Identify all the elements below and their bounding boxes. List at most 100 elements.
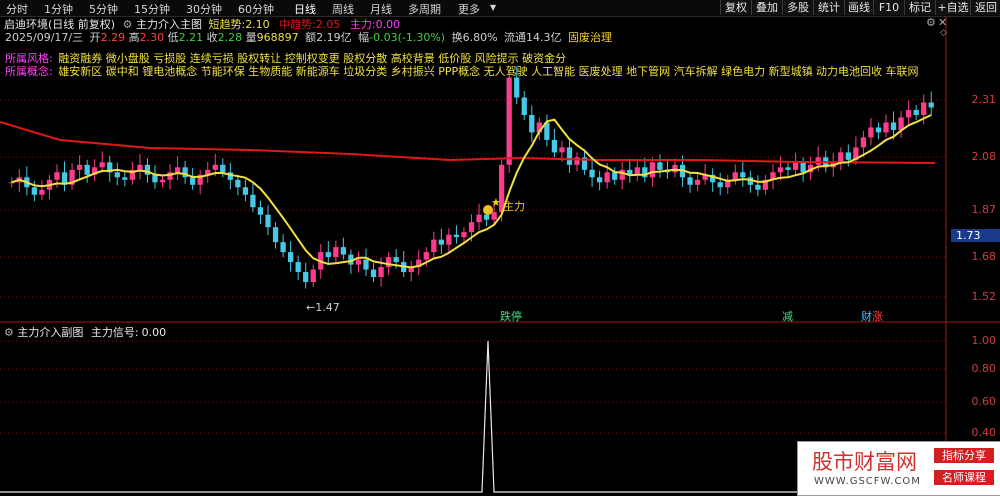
turnover-value: 6.80% bbox=[462, 31, 498, 44]
close-value: 2.28 bbox=[217, 31, 243, 44]
gear-icon[interactable]: ⚙ bbox=[4, 326, 14, 339]
sub-indicator-name[interactable]: 主力介入副图 bbox=[17, 326, 83, 339]
signal-label: 主力信号: bbox=[90, 326, 139, 339]
candle-body bbox=[385, 257, 392, 268]
candle-body bbox=[84, 164, 90, 175]
badge-indicator-share[interactable]: 指标分享 bbox=[934, 448, 994, 463]
candle-body bbox=[642, 167, 648, 178]
candle-body bbox=[378, 267, 384, 278]
turnover-label: 换 bbox=[451, 31, 463, 44]
candle-body bbox=[190, 177, 196, 185]
candle-body bbox=[272, 227, 279, 243]
open-value: 2.29 bbox=[100, 31, 126, 44]
signal-value: 0.00 bbox=[141, 326, 167, 339]
candle-body bbox=[777, 167, 784, 173]
candle-body bbox=[883, 122, 889, 133]
candle-body bbox=[596, 177, 603, 183]
candle-body bbox=[137, 164, 143, 170]
short-trend-line bbox=[11, 114, 932, 269]
candle-body bbox=[76, 164, 83, 170]
candle-body bbox=[303, 272, 309, 283]
high-label: 高 bbox=[128, 31, 140, 44]
candle-body bbox=[905, 109, 912, 118]
main-grid bbox=[0, 99, 946, 298]
y-tick-sub: 0.40 bbox=[971, 426, 997, 439]
candle-body bbox=[280, 242, 286, 253]
low-price-marker: ←1.47 bbox=[306, 301, 340, 314]
candle-body bbox=[672, 164, 678, 173]
candle-body bbox=[634, 167, 640, 175]
candle-body bbox=[491, 212, 497, 220]
candle-body bbox=[393, 257, 399, 263]
candle-body bbox=[521, 97, 527, 115]
candle-body bbox=[506, 77, 512, 165]
candle-body bbox=[31, 187, 38, 195]
candle-body bbox=[612, 172, 618, 180]
candle-body bbox=[159, 179, 166, 183]
candle-body bbox=[566, 147, 573, 165]
candle-body bbox=[265, 214, 271, 228]
candle-body bbox=[649, 162, 656, 178]
amount-label: 额 bbox=[305, 31, 317, 44]
candle-body bbox=[438, 239, 444, 245]
candle-body bbox=[453, 234, 460, 238]
y-tick-main: 1.68 bbox=[971, 250, 997, 263]
close-label: 收 bbox=[206, 31, 218, 44]
candle-body bbox=[619, 169, 625, 180]
candle-body bbox=[559, 147, 565, 153]
badge-teacher-course[interactable]: 名师课程 bbox=[934, 470, 994, 485]
candle-body bbox=[657, 162, 663, 170]
candle-body bbox=[792, 162, 799, 170]
candle-body bbox=[875, 127, 882, 133]
amount-value: 2.19亿 bbox=[316, 31, 352, 44]
star-icon: ★ bbox=[491, 196, 501, 209]
candle-body bbox=[431, 239, 437, 253]
candle-body bbox=[340, 247, 347, 255]
y-tick-main: 2.08 bbox=[971, 150, 997, 163]
candle-body bbox=[295, 262, 301, 273]
settings-icon[interactable]: ⚙ bbox=[926, 16, 936, 29]
candle-body bbox=[785, 167, 791, 170]
candle-body bbox=[551, 139, 558, 153]
signal-reduce: 减 bbox=[782, 310, 793, 323]
candle-body bbox=[868, 127, 874, 138]
chevron-up-icon[interactable]: ◇ bbox=[940, 28, 947, 38]
candle-body bbox=[99, 162, 105, 168]
change-value: -0.03(-1.30%) bbox=[369, 31, 446, 44]
candle-body bbox=[529, 114, 535, 133]
candle-body bbox=[54, 172, 60, 180]
candle-body bbox=[687, 177, 693, 185]
candle-body bbox=[242, 187, 249, 195]
candle-body bbox=[310, 269, 316, 283]
quote-row: 2025/09/17/三 开2.29 高2.30 低2.21 收2.28 量96… bbox=[5, 29, 612, 45]
low-value: 2.21 bbox=[178, 31, 204, 44]
signal-limit-up: 涨 bbox=[872, 310, 883, 323]
candle-body bbox=[325, 252, 331, 258]
candle-body bbox=[483, 214, 490, 220]
sub-header: ⚙ 主力介入副图 主力信号: 0.00 bbox=[4, 324, 166, 340]
candle-body bbox=[235, 179, 241, 188]
candle-body bbox=[913, 109, 919, 115]
float-value: 14.3亿 bbox=[526, 31, 562, 44]
main-force-marker: 主力 bbox=[503, 200, 525, 213]
candle-body bbox=[928, 102, 934, 108]
candle-body bbox=[604, 172, 610, 183]
candle-body bbox=[423, 252, 429, 260]
candle-body bbox=[257, 207, 264, 215]
candle-body bbox=[589, 169, 595, 178]
signal-limit-down: 跌停 bbox=[500, 310, 522, 323]
candle-body bbox=[815, 157, 821, 165]
candle-body bbox=[860, 137, 867, 148]
float-label: 流通 bbox=[504, 31, 527, 44]
high-value: 2.30 bbox=[139, 31, 165, 44]
sector-tag[interactable]: 固废治理 bbox=[568, 31, 612, 44]
y-tick-sub: 0.80 bbox=[971, 362, 997, 375]
candle-body bbox=[717, 182, 723, 188]
candle-body bbox=[220, 164, 226, 173]
vol-value: 968897 bbox=[256, 31, 299, 44]
signal-finance: 财 bbox=[861, 310, 872, 323]
candle-body bbox=[114, 172, 120, 178]
open-label: 开 bbox=[89, 31, 101, 44]
y-tick-main: 1.52 bbox=[971, 290, 997, 303]
change-label: 幅 bbox=[358, 31, 370, 44]
